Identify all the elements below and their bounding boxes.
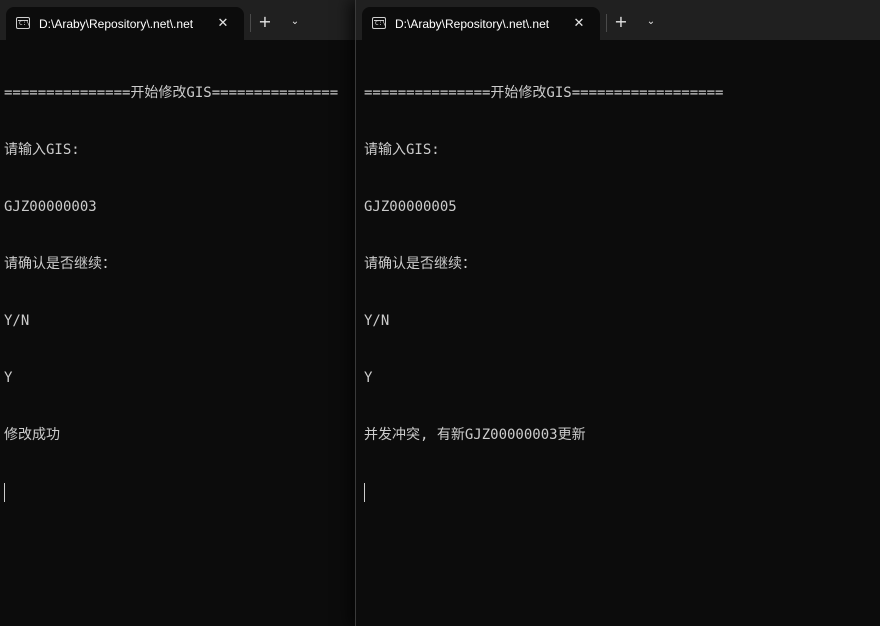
console-line: Y (364, 370, 373, 386)
console-line: 请确认是否继续： (364, 256, 476, 272)
tab-title: D:\Araby\Repository\.net\.net (395, 17, 550, 31)
console-output[interactable]: ===============开始修改GIS==================… (364, 46, 880, 540)
chevron-down-icon[interactable]: ⌄ (284, 11, 306, 33)
text-cursor (364, 483, 365, 502)
console-line: 并发冲突, 有新GJZ00000003更新 (364, 427, 586, 443)
new-tab-button[interactable]: + (610, 11, 632, 33)
console-output[interactable]: ===============开始修改GIS=============== 请输… (4, 46, 360, 540)
tab-active[interactable]: C:\ D:\Araby\Repository\.net\.net ✕ (6, 7, 244, 40)
console-line: 请输入GIS: (364, 142, 440, 158)
console-line: 修改成功 (4, 427, 60, 443)
console-line: 请确认是否继续： (4, 256, 116, 272)
tab-separator (606, 14, 607, 32)
console-line: ===============开始修改GIS=============== (4, 85, 339, 101)
new-tab-button[interactable]: + (254, 11, 276, 33)
console-line: Y (4, 370, 13, 386)
chevron-down-icon[interactable]: ⌄ (640, 11, 662, 33)
console-prompt-line[interactable] (364, 483, 880, 502)
terminal-window-right[interactable]: C:\ D:\Araby\Repository\.net\.net ✕ + ⌄ … (355, 0, 880, 626)
close-tab-icon[interactable]: ✕ (568, 13, 590, 35)
close-tab-icon[interactable]: ✕ (212, 13, 234, 35)
console-line: ===============开始修改GIS================== (364, 85, 724, 101)
tab-bar: C:\ D:\Araby\Repository\.net\.net ✕ + ⌄ (356, 0, 880, 40)
text-cursor (4, 483, 5, 502)
tab-bar: C:\ D:\Araby\Repository\.net\.net ✕ + ⌄ (0, 0, 360, 40)
console-line: GJZ00000003 (4, 199, 97, 215)
console-line: Y/N (364, 313, 390, 329)
terminal-window-left[interactable]: C:\ D:\Araby\Repository\.net\.net ✕ + ⌄ … (0, 0, 360, 626)
tab-active[interactable]: C:\ D:\Araby\Repository\.net\.net ✕ (362, 7, 600, 40)
console-prompt-line[interactable] (4, 483, 360, 502)
tab-title: D:\Araby\Repository\.net\.net (39, 17, 194, 31)
terminal-icon: C:\ (16, 17, 30, 29)
terminal-icon: C:\ (372, 17, 386, 29)
console-line: Y/N (4, 313, 30, 329)
tab-separator (250, 14, 251, 32)
console-line: 请输入GIS: (4, 142, 80, 158)
console-line: GJZ00000005 (364, 199, 457, 215)
